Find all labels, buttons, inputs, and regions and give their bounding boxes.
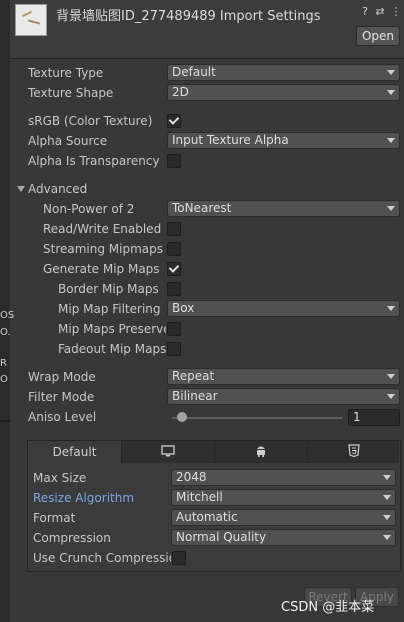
format-value: Automatic bbox=[176, 510, 238, 524]
asset-title: 背景墙贴图ID_277489489 Import Settings bbox=[56, 9, 321, 24]
streaming-mipmaps-checkbox[interactable] bbox=[167, 242, 181, 256]
filter-mode-label: Filter Mode bbox=[28, 390, 95, 404]
alpha-source-label: Alpha Source bbox=[28, 134, 108, 148]
standalone-monitor-icon bbox=[161, 442, 175, 464]
chevron-down-icon bbox=[383, 475, 391, 480]
mip-preserve-checkbox[interactable] bbox=[167, 322, 181, 336]
chevron-down-icon bbox=[387, 374, 395, 379]
advanced-foldout-label[interactable]: Advanced bbox=[28, 182, 87, 196]
max-size-label: Max Size bbox=[33, 471, 87, 485]
checkmark-icon bbox=[168, 114, 180, 125]
alpha-source-value: Input Texture Alpha bbox=[172, 133, 289, 147]
texture-type-dropdown[interactable]: Default bbox=[167, 64, 400, 81]
compression-value: Normal Quality bbox=[176, 530, 267, 544]
resize-algorithm-dropdown[interactable]: Mitchell bbox=[171, 489, 396, 506]
chevron-down-icon bbox=[387, 306, 395, 311]
wrap-mode-dropdown[interactable]: Repeat bbox=[167, 368, 400, 385]
npot-label: Non-Power of 2 bbox=[43, 202, 135, 216]
texture-shape-label: Texture Shape bbox=[28, 86, 114, 100]
max-size-value: 2048 bbox=[176, 470, 207, 484]
texture-type-label: Texture Type bbox=[28, 66, 104, 80]
android-icon bbox=[255, 442, 267, 464]
format-label: Format bbox=[33, 511, 76, 525]
crunch-checkbox[interactable] bbox=[172, 551, 186, 565]
srgb-label: sRGB (Color Texture) bbox=[28, 114, 153, 128]
foldout-arrow-icon[interactable] bbox=[17, 186, 25, 192]
filter-mode-value: Bilinear bbox=[172, 389, 218, 403]
fadeout-mipmaps-checkbox[interactable] bbox=[167, 342, 181, 356]
npot-value: ToNearest bbox=[172, 201, 232, 215]
texture-shape-dropdown[interactable]: 2D bbox=[167, 84, 400, 101]
resize-algorithm-label: Resize Algorithm bbox=[33, 491, 135, 505]
mip-preserve-label: Mip Maps Preserve bbox=[58, 322, 166, 336]
streaming-mipmaps-label: Streaming Mipmaps bbox=[43, 242, 164, 256]
compression-dropdown[interactable]: Normal Quality bbox=[171, 529, 396, 546]
srgb-checkbox[interactable] bbox=[167, 114, 181, 128]
left-panel-strip: OS O. R O bbox=[0, 0, 14, 622]
tab-standalone[interactable] bbox=[122, 441, 215, 463]
chevron-down-icon bbox=[387, 90, 395, 95]
chevron-down-icon bbox=[387, 394, 395, 399]
texture-shape-value: 2D bbox=[172, 85, 189, 99]
checkmark-icon bbox=[168, 262, 180, 273]
clipped-text: OS bbox=[0, 310, 15, 321]
aniso-level-field[interactable]: 1 bbox=[348, 409, 400, 426]
read-write-checkbox[interactable] bbox=[167, 222, 181, 236]
chevron-down-icon bbox=[383, 495, 391, 500]
filter-mode-dropdown[interactable]: Bilinear bbox=[167, 388, 400, 405]
texture-type-value: Default bbox=[172, 65, 216, 79]
clipped-text: O bbox=[0, 374, 8, 385]
clipped-text: R bbox=[0, 358, 7, 369]
compression-label: Compression bbox=[33, 531, 111, 545]
read-write-label: Read/Write Enabled bbox=[43, 222, 162, 236]
mip-filtering-label: Mip Map Filtering bbox=[58, 302, 161, 316]
chevron-down-icon bbox=[383, 535, 391, 540]
html5-icon bbox=[347, 442, 360, 464]
open-button[interactable]: Open bbox=[356, 26, 400, 46]
generate-mipmaps-label: Generate Mip Maps bbox=[43, 262, 160, 276]
border-mipmaps-label: Border Mip Maps bbox=[58, 282, 159, 296]
chevron-down-icon bbox=[387, 206, 395, 211]
help-icon[interactable]: ? bbox=[358, 5, 372, 19]
npot-dropdown[interactable]: ToNearest bbox=[167, 200, 400, 217]
generate-mipmaps-checkbox[interactable] bbox=[167, 262, 181, 276]
alpha-transparency-label: Alpha Is Transparency bbox=[28, 154, 160, 168]
aniso-slider-knob[interactable] bbox=[177, 412, 188, 422]
crunch-label: Use Crunch Compression bbox=[33, 551, 171, 565]
texture-thumbnail bbox=[15, 4, 47, 36]
max-size-dropdown[interactable]: 2048 bbox=[171, 469, 396, 486]
mip-filtering-value: Box bbox=[172, 301, 195, 315]
preset-icon[interactable]: ⇄ bbox=[373, 5, 387, 19]
wrap-mode-label: Wrap Mode bbox=[28, 370, 96, 384]
chevron-down-icon bbox=[387, 70, 395, 75]
clipped-text: O. bbox=[0, 327, 11, 338]
border-mipmaps-checkbox[interactable] bbox=[167, 282, 181, 296]
tab-android[interactable] bbox=[215, 441, 308, 463]
alpha-source-dropdown[interactable]: Input Texture Alpha bbox=[167, 132, 400, 149]
chevron-down-icon bbox=[383, 515, 391, 520]
mip-filtering-dropdown[interactable]: Box bbox=[167, 300, 400, 317]
aniso-slider-track[interactable] bbox=[172, 417, 342, 419]
format-dropdown[interactable]: Automatic bbox=[171, 509, 396, 526]
divider bbox=[0, 420, 10, 422]
overflow-menu-icon[interactable]: ⋮ bbox=[389, 5, 403, 19]
resize-algorithm-value: Mitchell bbox=[176, 490, 223, 504]
aniso-level-label: Aniso Level bbox=[28, 410, 97, 424]
watermark: CSDN @韭本菜 bbox=[281, 600, 375, 615]
tab-webgl[interactable] bbox=[308, 441, 399, 463]
chevron-down-icon bbox=[387, 138, 395, 143]
wrap-mode-value: Repeat bbox=[172, 369, 215, 383]
fadeout-mipmaps-label: Fadeout Mip Maps bbox=[58, 342, 167, 356]
tab-default[interactable]: Default bbox=[28, 441, 122, 463]
alpha-transparency-checkbox[interactable] bbox=[167, 154, 181, 168]
